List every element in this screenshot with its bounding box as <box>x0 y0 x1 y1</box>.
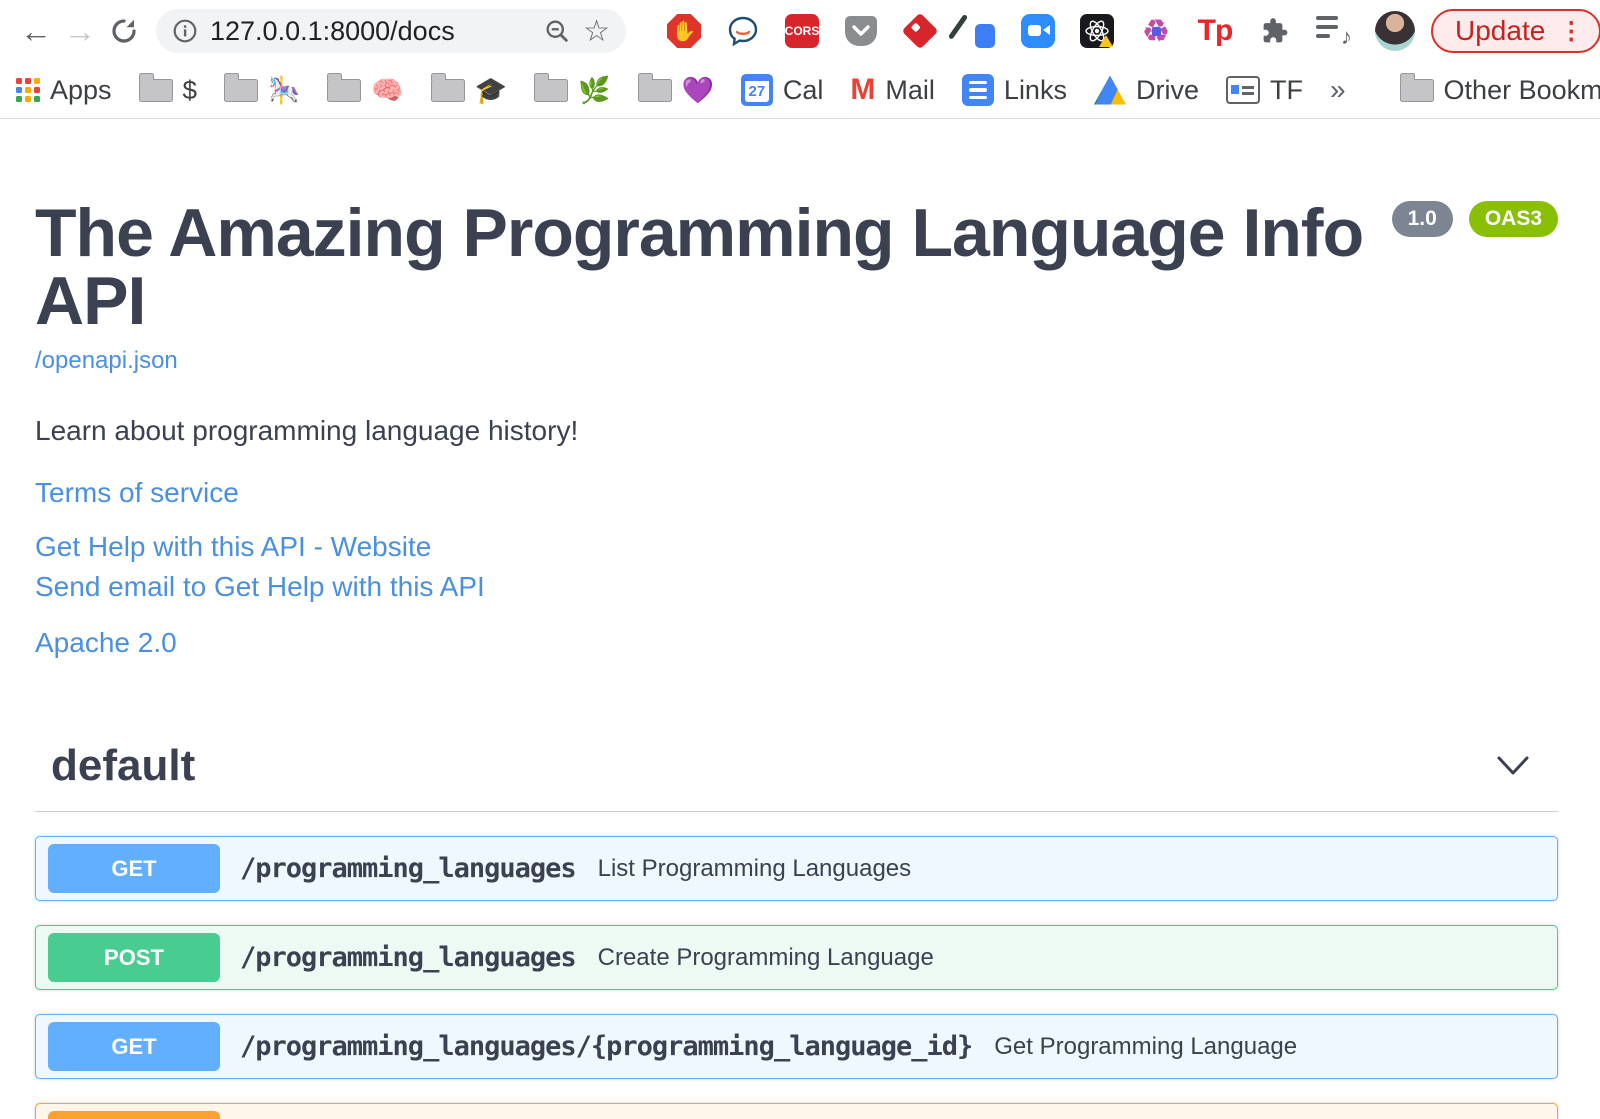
folder-icon <box>327 72 362 102</box>
url-text[interactable]: 127.0.0.1:8000/docs <box>210 16 531 47</box>
collapse-chevron-icon[interactable] <box>1496 755 1530 777</box>
api-title-row: The Amazing Programming Language Info AP… <box>35 199 1558 335</box>
gmail-icon: M <box>850 73 876 106</box>
recycle-extension-icon[interactable]: ♻ <box>1138 13 1174 49</box>
terms-of-service-link[interactable]: Terms of service <box>35 477 1558 509</box>
red-diamond-extension-icon[interactable] <box>901 12 939 50</box>
tag-name: default <box>51 741 196 790</box>
bookmark-drive[interactable]: Drive <box>1093 75 1199 106</box>
zoom-app-icon[interactable] <box>1020 13 1056 49</box>
adblock-icon[interactable]: ✋ <box>666 13 702 49</box>
openapi-json-link[interactable]: /openapi.json <box>35 347 178 375</box>
react-devtools-icon[interactable] <box>1079 13 1115 49</box>
opblock-put-update[interactable]: PUT /programming_languages/{programming_… <box>35 1103 1558 1119</box>
help-email-link[interactable]: Send email to Get Help with this API <box>35 571 1558 603</box>
url-bar[interactable]: 127.0.0.1:8000/docs ☆ <box>156 9 626 53</box>
google-calendar-icon: 27 <box>740 74 773 106</box>
folder-icon <box>1399 72 1434 102</box>
update-button[interactable]: Update ⋮ <box>1431 9 1600 53</box>
tag-section-header[interactable]: default <box>35 741 1558 812</box>
method-badge: GET <box>48 1022 220 1071</box>
page-info-icon[interactable] <box>172 18 198 44</box>
bookmark-links[interactable]: Links <box>961 74 1067 106</box>
api-description: Learn about programming language history… <box>35 415 579 446</box>
google-drive-icon <box>1093 75 1126 105</box>
op-path: /programming_languages/{programming_lang… <box>240 1031 973 1062</box>
bookmarks-bar: Apps $ 🎠 🧠 🎓 🌿 💜 27 Cal M Mail Links Dri… <box>0 62 1600 119</box>
reload-icon[interactable] <box>102 9 146 53</box>
other-bookmarks[interactable]: Other Bookmarks <box>1399 72 1600 106</box>
version-badge: 1.0 <box>1391 201 1453 237</box>
method-badge: PUT <box>48 1111 220 1119</box>
tp-extension-icon[interactable]: Tp <box>1197 13 1234 49</box>
bookmark-folder-carousel[interactable]: 🎠 <box>224 72 300 103</box>
opblock-post-create[interactable]: POST /programming_languages Create Progr… <box>35 925 1558 990</box>
bookmark-folder-heart[interactable]: 💜 <box>637 72 714 103</box>
pocket-icon[interactable] <box>843 13 879 49</box>
api-links: Terms of service Get Help with this API … <box>35 477 1558 659</box>
bookmark-tf[interactable]: TF <box>1225 75 1303 106</box>
op-summary: List Programming Languages <box>597 854 912 882</box>
swagger-docs-page: The Amazing Programming Language Info AP… <box>0 199 1600 1119</box>
browser-toolbar: ← → 127.0.0.1:8000/docs ☆ ✋ CORS Tp ♪ Up… <box>0 0 1600 62</box>
bookmark-star-icon[interactable]: ☆ <box>583 14 610 49</box>
op-summary: Create Programming Language <box>597 943 934 971</box>
folder-icon <box>430 72 465 102</box>
op-path: /programming_languages <box>240 942 577 973</box>
chat-bubble-icon[interactable] <box>725 13 761 49</box>
folder-icon <box>138 72 173 102</box>
bookmark-calendar[interactable]: 27 Cal <box>740 74 823 106</box>
page-title: The Amazing Programming Language Info AP… <box>35 195 1364 339</box>
tf-doc-icon <box>1225 76 1260 104</box>
extensions-puzzle-icon[interactable] <box>1256 13 1292 49</box>
folder-icon <box>534 72 569 102</box>
profile-avatar[interactable] <box>1375 11 1415 51</box>
forward-icon: → <box>64 12 96 49</box>
method-badge: GET <box>48 844 220 893</box>
oas3-badge: OAS3 <box>1468 201 1558 237</box>
bookmark-folder-money[interactable]: $ <box>138 72 197 103</box>
folder-icon <box>637 72 672 102</box>
links-icon <box>961 74 994 106</box>
bookmark-folder-brain[interactable]: 🧠 <box>327 72 404 103</box>
bookmark-mail[interactable]: M Mail <box>850 73 935 107</box>
opblock-get-one[interactable]: GET /programming_languages/{programming_… <box>35 1014 1558 1079</box>
license-link[interactable]: Apache 2.0 <box>35 627 1558 659</box>
op-summary: Get Programming Language <box>994 1032 1298 1060</box>
zoom-out-icon[interactable] <box>543 17 571 45</box>
cors-extension-icon[interactable]: CORS <box>784 13 820 49</box>
apps-grid-icon <box>16 78 40 102</box>
browser-menu-kebab-icon[interactable]: ⋮ <box>1559 17 1583 46</box>
color-picker-icon[interactable] <box>947 13 997 49</box>
bookmark-folder-graduation[interactable]: 🎓 <box>430 72 507 103</box>
op-path: /programming_languages <box>240 853 577 884</box>
help-website-link[interactable]: Get Help with this API - Website <box>35 531 1558 563</box>
media-queue-icon[interactable]: ♪ <box>1315 13 1352 49</box>
folder-icon <box>224 72 259 102</box>
bookmarks-overflow-icon[interactable]: » <box>1330 74 1346 106</box>
method-badge: POST <box>48 933 220 982</box>
bookmark-apps[interactable]: Apps <box>16 75 112 106</box>
bookmark-folder-herb[interactable]: 🌿 <box>534 72 611 103</box>
extensions-row: ✋ CORS ♻ Tp ♪ <box>666 12 1352 50</box>
back-icon[interactable]: ← <box>14 9 58 53</box>
opblock-get-list[interactable]: GET /programming_languages List Programm… <box>35 836 1558 901</box>
